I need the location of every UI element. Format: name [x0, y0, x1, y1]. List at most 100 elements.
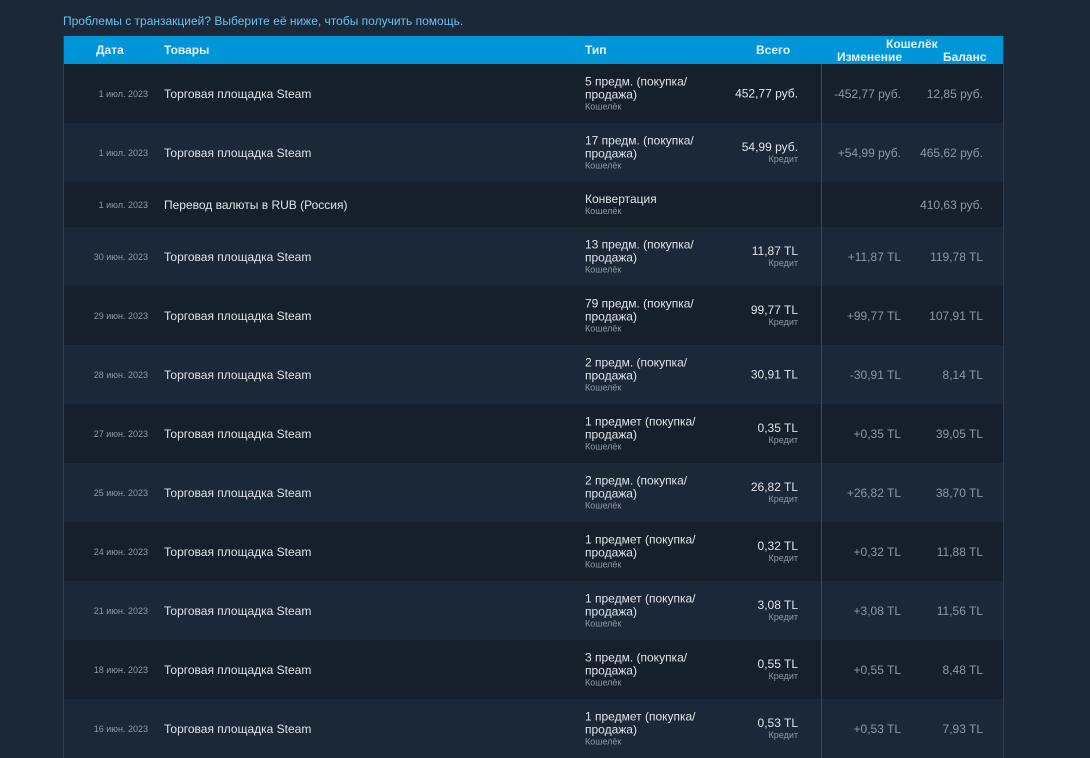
row-type: 1 предмет (покупка/ продажа) Кошелёк [585, 415, 715, 452]
header-balance: Баланс [943, 50, 987, 64]
wallet-divider [821, 182, 822, 227]
row-total: 0,35 TL Кредит [757, 420, 798, 446]
header-items: Товары [164, 43, 210, 57]
row-total-sub: Кредит [768, 153, 798, 164]
row-type-label: 1 предмет (покупка/ продажа) [585, 532, 696, 559]
row-date: 29 июн. 2023 [93, 310, 148, 321]
header-change: Изменение [837, 50, 903, 64]
row-type-sub: Кошелёк [585, 618, 622, 628]
row-type-sub: Кошелёк [585, 205, 622, 216]
row-balance: 119,78 TL [930, 249, 983, 264]
row-total-value: 0,35 TL [757, 420, 798, 435]
transaction-row[interactable]: 27 июн. 2023 Торговая площадка Steam 1 пре… [64, 404, 1003, 463]
row-type-sub: Кошелёк [585, 736, 622, 746]
row-date: 28 июн. 2023 [93, 369, 148, 380]
row-total-value: 26,82 TL [750, 479, 798, 494]
row-type: 79 предм. (покупка/ продажа) Кошелёк [585, 297, 715, 334]
row-item: Торговая площадка Steam [164, 603, 312, 618]
row-item: Торговая площадка Steam [164, 249, 312, 264]
row-type-sub: Кошелёк [585, 500, 622, 510]
row-date: 1 июл. 2023 [98, 88, 148, 99]
row-type-sub: Кошелёк [585, 677, 622, 687]
row-type: 2 предм. (покупка/ продажа) Кошелёк [585, 356, 715, 393]
row-item: Перевод валюты в RUB (Россия) [164, 197, 348, 212]
wallet-divider [821, 640, 822, 699]
row-change: -452,77 руб. [834, 86, 901, 101]
transaction-row[interactable]: 24 июн. 2023 Торговая площадка Steam 1 пре… [64, 522, 1003, 581]
row-type-sub: Кошелёк [585, 441, 622, 451]
transaction-row[interactable]: 1 июл. 2023 Перевод валюты в RUB (Россия)… [64, 182, 1003, 227]
transaction-row[interactable]: 16 июн. 2023 Торговая площадка Steam 1 пре… [64, 699, 1003, 758]
row-type: 17 предм. (покупка/ продажа) Кошелёк [585, 134, 715, 171]
transaction-row[interactable]: 18 июн. 2023 Торговая площадка Steam 3 пре… [64, 640, 1003, 699]
row-total: 54,99 руб. Кредит [742, 140, 798, 165]
wallet-divider [821, 345, 822, 404]
row-total: 0,55 TL Кредит [757, 656, 798, 682]
row-type: 2 предм. (покупка/ продажа) Кошелёк [585, 474, 715, 511]
transaction-row[interactable]: 29 июн. 2023 Торговая площадка Steam 79 пр… [64, 286, 1003, 345]
row-balance: 12,85 руб. [926, 86, 983, 101]
row-type-label: 1 предмет (покупка/ продажа) [585, 709, 696, 736]
header-wallet: Кошелёк [886, 37, 938, 51]
row-balance: 11,88 TL [936, 544, 983, 559]
transaction-row[interactable]: 21 июн. 2023 Торговая площадка Steam 1 пре… [64, 581, 1003, 640]
table-header: Дата Товары Тип Всего Кошелёк Изменение … [64, 36, 1003, 64]
row-date: 25 июн. 2023 [93, 487, 148, 498]
row-balance: 465,62 руб. [920, 145, 983, 160]
wallet-divider [821, 286, 822, 345]
row-change: +26,82 TL [846, 485, 901, 500]
transaction-row[interactable]: 25 июн. 2023 Торговая площадка Steam 2 пре… [64, 463, 1003, 522]
row-type: 1 предмет (покупка/ продажа) Кошелёк [585, 710, 715, 747]
transaction-help-link[interactable]: Проблемы с транзакцией? Выберите её ниже… [63, 14, 463, 28]
table-body: 1 июл. 2023 Торговая площадка Steam 5 пред… [64, 64, 1003, 758]
row-total-sub: Кредит [768, 316, 798, 327]
row-change: +0,55 TL [853, 662, 901, 677]
row-balance: 7,93 TL [942, 721, 983, 736]
row-total-sub: Кредит [768, 729, 798, 740]
wallet-divider [821, 581, 822, 640]
row-type-label: 1 предмет (покупка/ продажа) [585, 414, 696, 441]
row-total-sub: Кредит [768, 493, 798, 504]
row-item: Торговая площадка Steam [164, 485, 312, 500]
row-change: +3,08 TL [853, 603, 901, 618]
wallet-divider [821, 522, 822, 581]
transaction-row[interactable]: 28 июн. 2023 Торговая площадка Steam 2 пре… [64, 345, 1003, 404]
row-item: Торговая площадка Steam [164, 367, 312, 382]
transactions-table: Дата Товары Тип Всего Кошелёк Изменение … [63, 36, 1004, 758]
row-total: 99,77 TL Кредит [750, 302, 798, 328]
row-balance: 11,56 TL [936, 603, 983, 618]
row-total-sub: Кредит [768, 257, 798, 268]
row-total-value: 99,77 TL [750, 302, 798, 317]
row-total-value: 0,53 TL [757, 715, 798, 730]
row-total-value: 0,55 TL [757, 656, 798, 671]
transaction-row[interactable]: 1 июл. 2023 Торговая площадка Steam 17 пре… [64, 123, 1003, 182]
row-total: 452,77 руб. [735, 87, 798, 100]
row-type-sub: Кошелёк [585, 323, 622, 333]
row-type: 3 предм. (покупка/ продажа) Кошелёк [585, 651, 715, 688]
row-balance: 107,91 TL [929, 308, 983, 323]
row-type: 1 предмет (покупка/ продажа) Кошелёк [585, 533, 715, 570]
wallet-divider [821, 463, 822, 522]
row-balance: 38,70 TL [935, 485, 983, 500]
row-change: +0,53 TL [853, 721, 901, 736]
row-item: Торговая площадка Steam [164, 426, 312, 441]
row-type: 5 предм. (покупка/ продажа) Кошелёк [585, 75, 715, 112]
transaction-row[interactable]: 30 июн. 2023 Торговая площадка Steam 13 пр… [64, 227, 1003, 286]
row-type-label: 1 предмет (покупка/ продажа) [585, 591, 696, 618]
row-date: 18 июн. 2023 [93, 664, 148, 675]
row-type-label: 79 предм. (покупка/ продажа) [585, 296, 694, 323]
transaction-row[interactable]: 1 июл. 2023 Торговая площадка Steam 5 пред… [64, 64, 1003, 123]
row-total: 11,87 TL Кредит [752, 244, 798, 269]
header-type: Тип [585, 43, 607, 57]
row-type-label: 13 предм. (покупка/ продажа) [585, 237, 694, 264]
row-total: 3,08 TL Кредит [757, 597, 798, 623]
row-balance: 8,48 TL [942, 662, 983, 677]
row-balance: 8,14 TL [942, 367, 983, 382]
row-type-label: 3 предм. (покупка/ продажа) [585, 650, 688, 677]
wallet-divider [821, 123, 822, 182]
row-total-value: 30,91 TL [750, 367, 798, 381]
row-item: Торговая площадка Steam [164, 145, 312, 160]
row-total-value: 3,08 TL [757, 597, 798, 612]
row-change: +11,87 TL [847, 249, 901, 264]
row-type: Конвертация Кошелёк [585, 192, 715, 217]
